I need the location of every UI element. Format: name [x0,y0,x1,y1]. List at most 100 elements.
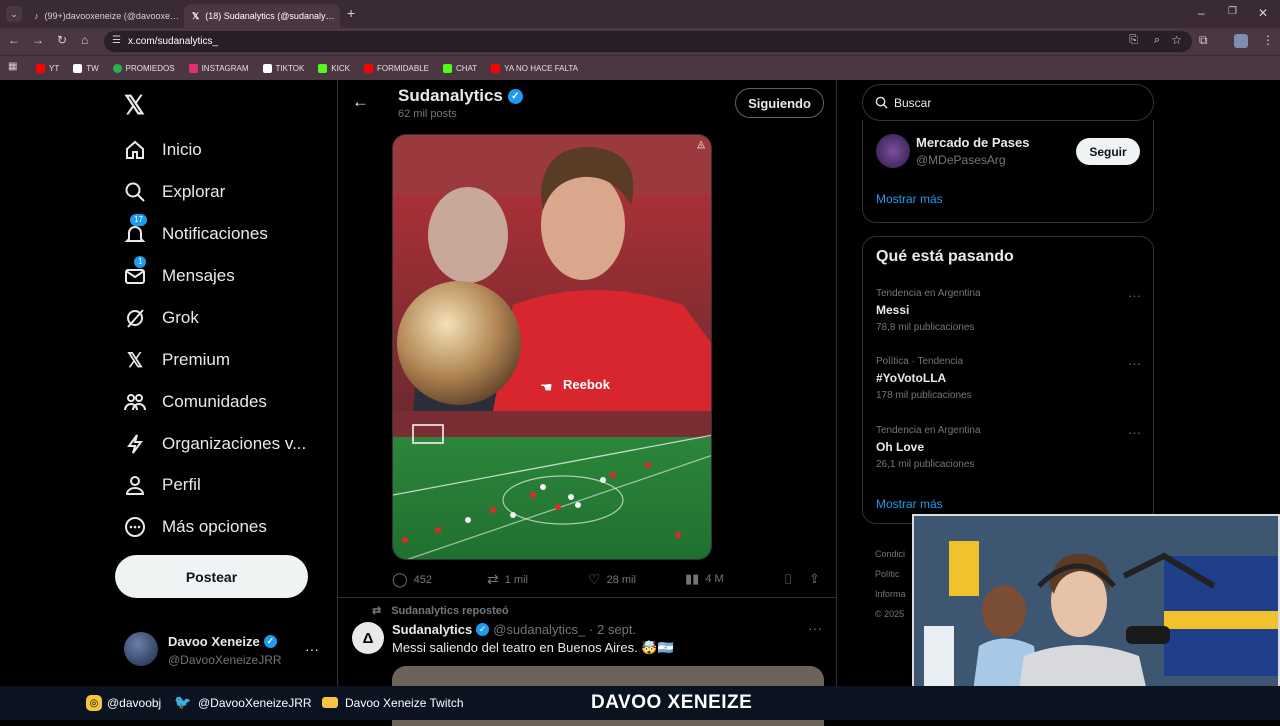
avatar[interactable] [876,134,910,168]
new-tab-icon[interactable]: + [347,5,355,21]
nav-item-organizaciones[interactable]: Organizaciones v... [124,433,306,455]
footer-link[interactable]: Polític [875,564,906,584]
bookmark-tw[interactable]: TW [73,63,99,73]
show-more-link[interactable]: Mostrar más [876,497,943,511]
close-window-icon[interactable]: ✕ [1258,6,1268,20]
tweet-author[interactable]: Sudanalytics [392,622,472,637]
share-action[interactable]: ⇪ [809,571,820,587]
retweet-icon: ⇄ [487,571,499,587]
stream-twitter: @DavooXeneizeJRR [198,696,312,710]
x-logo-icon[interactable]: 𝕏 [124,90,145,121]
forward-icon[interactable]: → [32,33,44,47]
nav-item-inicio[interactable]: Inicio [124,139,202,161]
trend-item[interactable]: Tendencia en Argentina Oh Love 26,1 mil … [876,425,1141,470]
tab-davooxeneize[interactable]: ♪ (99+)davooxeneize (@davooxe… ✕ [26,4,182,28]
footer-link[interactable]: Informa [875,584,906,604]
tweet-header: Sudanalytics ✓ @sudanalytics_ · 2 sept. [392,622,636,637]
trend-more-icon[interactable]: ··· [1128,425,1141,440]
person-icon [124,474,146,496]
back-icon[interactable]: ← [8,33,20,47]
menu-kebab-icon[interactable]: ⋮ [1262,33,1274,47]
nav-item-mas-opciones[interactable]: Más opciones [124,516,267,538]
like-action[interactable]: ♡ 28 mil [588,571,636,588]
nav-item-premium[interactable]: 𝕏 Premium [124,349,230,372]
home-icon [124,139,146,161]
nav-item-perfil[interactable]: Perfil [124,474,201,496]
zoom-icon[interactable]: ⌕ [1154,34,1160,47]
tiktok-icon [262,63,272,73]
follow-button[interactable]: Seguir [1076,138,1140,165]
extensions-icon[interactable]: ⧉ [1199,33,1208,48]
bookmark-action[interactable]: ⌷ [784,571,792,588]
home-icon[interactable]: ⌂ [81,33,88,47]
bookmark-formidable[interactable]: FORMIDABLE [363,63,429,73]
verified-icon: ✓ [263,635,277,648]
main-timeline: ← Sudanalytics ✓ 62 mil posts Siguiendo … [337,80,837,726]
bookmark-yt[interactable]: YT [36,63,59,73]
retweet-action[interactable]: ⇄ 1 mil [487,571,528,588]
tiktok-icon: ♪ [34,11,39,21]
bolt-icon [124,433,146,455]
avatar[interactable]: Δ [352,622,384,654]
who-to-follow-card: Mercado de Pases @MDePasesArg Seguir Mos… [862,120,1154,223]
suggest-name[interactable]: Mercado de Pases [916,135,1029,150]
tab-search-button[interactable]: ⌄ [6,6,22,22]
tweet-handle[interactable]: @sudanalytics_ [493,622,585,637]
bookmark-ya-no-hace-falta[interactable]: YA NO HACE FALTA [491,63,578,73]
reply-action[interactable]: ◯ 452 [392,571,432,588]
minimize-icon[interactable]: – [1198,6,1205,20]
account-switcher[interactable]: Davoo Xeneize ✓ [168,634,277,649]
stream-instagram: @davoobj [107,696,162,710]
tweet-date[interactable]: · 2 sept. [589,622,636,637]
bookmark-chat[interactable]: CHAT [442,63,477,73]
instagram-icon: ◎ [86,695,102,711]
search-icon [124,181,146,203]
tab-title: (99+)davooxeneize (@davooxe… [44,11,179,21]
restore-icon[interactable]: ❐ [1228,6,1237,17]
youtube-icon [322,697,338,708]
avatar[interactable] [124,632,158,666]
profile-avatar-icon[interactable] [1234,34,1248,48]
tab-sudanalytics[interactable]: 𝕏 (18) Sudanalytics (@sudanaly… ✕ [184,4,340,28]
bookmark-tiktok[interactable]: TIKTOK [262,63,304,73]
trend-more-icon[interactable]: ··· [1128,288,1141,303]
nav-item-notificaciones[interactable]: 17 Notificaciones [124,214,268,245]
reload-icon[interactable]: ↻ [57,33,67,47]
post-button[interactable]: Postear [115,555,308,598]
trend-item[interactable]: Tendencia en Argentina Messi 78,8 mil pu… [876,288,1141,333]
site-info-icon[interactable]: ☰ [112,35,121,46]
nav-item-mensajes[interactable]: 1 Mensajes [124,256,235,287]
tweet-more-icon[interactable]: ··· [808,620,822,636]
bookmark-promiedos[interactable]: PROMIEDOS [112,63,175,73]
stream-title: DAVOO XENEIZE [591,692,753,713]
youtube-icon [36,63,45,73]
browser-tab-bar: ⌄ ♪ (99+)davooxeneize (@davooxe… ✕ 𝕏 (18… [0,0,1280,28]
install-icon[interactable]: ⎘ [1129,34,1138,47]
nav-item-comunidades[interactable]: Comunidades [124,391,267,413]
nav-item-grok[interactable]: Grok [124,307,199,329]
promiedos-icon [112,63,122,73]
footer-link[interactable]: Condici [875,544,906,564]
show-more-link[interactable]: Mostrar más [876,192,943,206]
bookmark-kick[interactable]: KICK [318,63,350,73]
nav-item-explorar[interactable]: Explorar [124,181,225,203]
apps-grid-icon[interactable]: ▦ [8,61,17,72]
bookmark-instagram[interactable]: INSTAGRAM [188,63,249,73]
media-info-icon[interactable]: ◬ [697,139,705,150]
tweet-media[interactable]: Reebok ◬ [392,134,712,560]
trend-more-icon[interactable]: ··· [1128,356,1141,371]
url-field[interactable]: ☰ x.com/sudanalytics_ ⎘ ⌕ ☆ [104,31,1192,52]
footer-link: © 2025 [875,609,905,619]
following-button[interactable]: Siguiendo [735,88,824,118]
share-icon: ⇪ [809,571,820,586]
bookmark-star-icon[interactable]: ☆ [1171,33,1182,47]
instagram-icon [188,63,198,73]
notification-badge: 17 [130,214,147,226]
views-action[interactable]: ▮▮ 4 M [685,571,724,587]
account-more-icon[interactable]: ··· [305,641,319,657]
search-input[interactable]: Buscar [862,84,1154,121]
trend-item[interactable]: Política · Tendencia #YoVotoLLA 178 mil … [876,356,1141,401]
back-arrow-icon[interactable]: ← [352,92,369,112]
bookmark-icon: ⌷ [784,571,793,587]
x-icon [73,63,83,73]
